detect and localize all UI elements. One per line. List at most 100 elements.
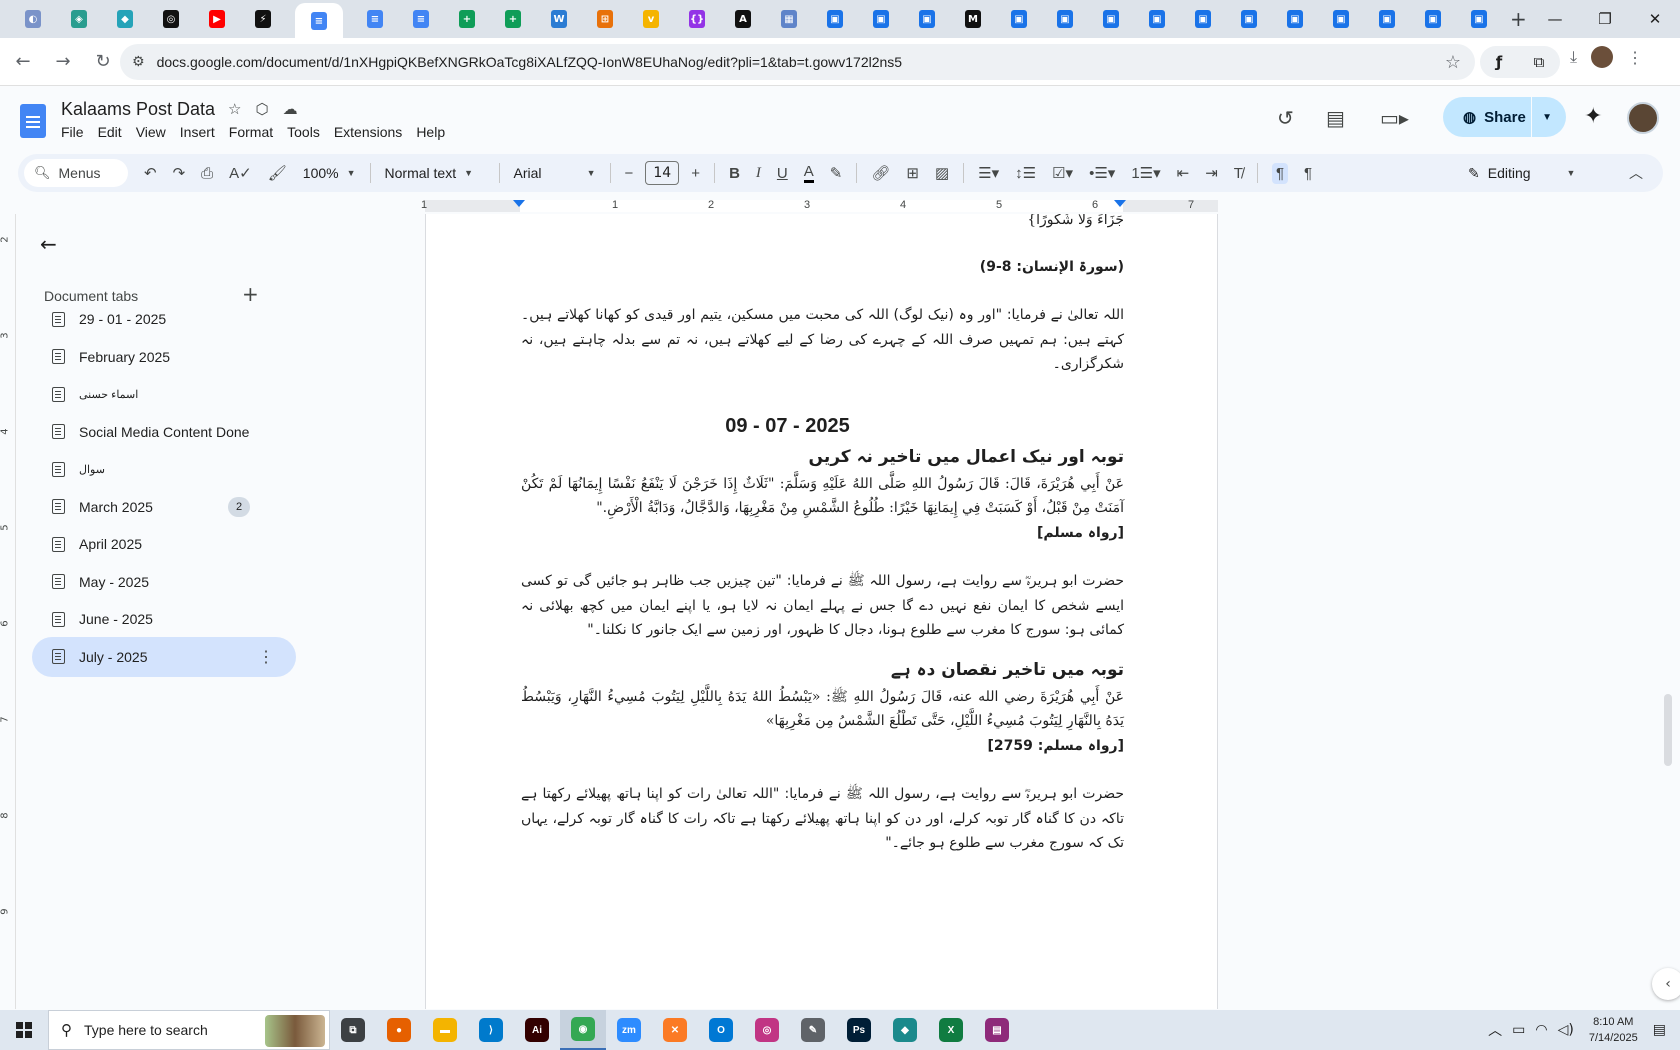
document-title[interactable]: Kalaams Post Data — [61, 99, 215, 120]
browser-tab[interactable]: ▣ — [1051, 5, 1079, 33]
browser-tab[interactable]: ▣ — [1281, 5, 1309, 33]
browser-tab[interactable]: ▣ — [1189, 5, 1217, 33]
close-icon[interactable]: ✕ — [1630, 10, 1680, 28]
taskbar-app[interactable]: ✕ — [652, 1010, 698, 1050]
taskbar-app[interactable]: Ai — [514, 1010, 560, 1050]
menu-edit[interactable]: Edit — [91, 124, 129, 140]
document-tab-item[interactable]: February 2025 — [32, 337, 296, 377]
bookmark-star-icon[interactable]: ☆ — [1445, 52, 1461, 73]
font-size-input[interactable]: 14 — [645, 161, 680, 185]
browser-tab[interactable]: ≡ — [361, 5, 389, 33]
browser-tab[interactable]: ◈ — [65, 5, 93, 33]
restore-icon[interactable]: ❐ — [1580, 10, 1630, 28]
taskbar-app[interactable]: X — [928, 1010, 974, 1050]
document-body[interactable]: جَزَاءً وَلَا شُكُورًا} (سورۃ الإنسان: 8… — [521, 214, 1124, 856]
puzzle-icon[interactable]: ⧉ — [1534, 53, 1545, 71]
new-tab-icon[interactable]: + — [1510, 7, 1527, 31]
vertical-ruler[interactable]: 2 3 4 5 6 7 8 9 — [0, 214, 16, 1009]
paint-format-icon[interactable]: 🖌︎ — [268, 164, 287, 182]
site-info-icon[interactable]: ⚙ — [132, 54, 145, 70]
share-dropdown-icon[interactable]: ▼ — [1542, 112, 1552, 123]
wifi-icon[interactable]: ◠ — [1535, 1022, 1547, 1038]
browser-tab[interactable]: ▣ — [913, 5, 941, 33]
browser-tab[interactable]: ▣ — [1327, 5, 1355, 33]
right-indent-marker[interactable] — [1114, 200, 1126, 207]
browser-tab[interactable]: v — [637, 5, 665, 33]
browser-tab[interactable]: ▶ — [203, 5, 231, 33]
taskbar-app[interactable]: Ps — [836, 1010, 882, 1050]
redo-icon[interactable]: ↷ — [173, 164, 186, 182]
insert-image-icon[interactable]: ▨ — [935, 164, 949, 182]
gemini-icon[interactable]: ✦ — [1584, 104, 1602, 129]
rtl-icon[interactable]: ¶ — [1304, 165, 1312, 182]
minimize-icon[interactable]: — — [1530, 10, 1580, 28]
extension-f-icon[interactable]: ƒ — [1496, 53, 1503, 71]
text-color-icon[interactable]: A — [803, 163, 814, 183]
document-page[interactable]: جَزَاءً وَلَا شُكُورًا} (سورۃ الإنسان: 8… — [425, 214, 1218, 1009]
document-tab-item[interactable]: Social Media Content Done — [32, 412, 296, 452]
start-button[interactable] — [0, 1010, 48, 1050]
numbered-list-icon[interactable]: 1☰▾ — [1131, 164, 1160, 182]
browser-tab[interactable]: A — [729, 5, 757, 33]
browser-tab[interactable]: ▣ — [1097, 5, 1125, 33]
browser-tab[interactable]: ▣ — [1465, 5, 1493, 33]
menu-insert[interactable]: Insert — [173, 124, 222, 140]
taskbar-app[interactable]: zm — [606, 1010, 652, 1050]
taskbar-app[interactable]: ✎ — [790, 1010, 836, 1050]
back-arrow-icon[interactable]: ← — [40, 232, 57, 256]
taskbar-app[interactable]: ▤ — [974, 1010, 1020, 1050]
reload-icon[interactable]: ↻ — [86, 51, 120, 72]
menu-file[interactable]: File — [54, 124, 91, 140]
cloud-status-icon[interactable]: ☁ — [283, 100, 298, 118]
clock[interactable]: 8:10 AM 7/14/2025 — [1589, 1014, 1638, 1046]
comments-icon[interactable]: ▤ — [1326, 106, 1345, 130]
left-indent-marker[interactable] — [513, 200, 525, 207]
vertical-scrollbar[interactable] — [1664, 694, 1672, 766]
line-spacing-icon[interactable]: ↕☰ — [1015, 164, 1036, 182]
collapse-toolbar-icon[interactable]: ︿ — [1629, 163, 1643, 183]
spellcheck-icon[interactable]: A✓ — [229, 164, 252, 182]
menu-view[interactable]: View — [129, 124, 173, 140]
browser-tab[interactable]: ▣ — [1005, 5, 1033, 33]
decrease-font-size-icon[interactable]: − — [625, 165, 634, 182]
docs-logo-icon[interactable] — [20, 104, 46, 138]
ltr-icon[interactable]: ¶ — [1271, 162, 1289, 184]
notifications-icon[interactable]: ▤ — [1653, 1022, 1666, 1038]
zoom-dropdown[interactable]: 100% ▼ — [303, 165, 356, 181]
chrome-menu-icon[interactable]: ⋮ — [1627, 48, 1643, 67]
align-icon[interactable]: ☰▾ — [978, 164, 999, 182]
taskbar-app[interactable]: ◎ — [744, 1010, 790, 1050]
menus-search[interactable]: 🔍︎ Menus — [24, 159, 128, 187]
print-icon[interactable]: ⎙ — [201, 165, 213, 182]
checklist-icon[interactable]: ☑▾ — [1052, 164, 1073, 182]
browser-tab[interactable]: M — [959, 5, 987, 33]
browser-tab[interactable]: ▣ — [1373, 5, 1401, 33]
back-icon[interactable]: ← — [6, 51, 40, 72]
document-tab-item[interactable]: March 2025 2 — [32, 487, 296, 527]
bulleted-list-icon[interactable]: •☰▾ — [1089, 164, 1115, 182]
download-icon[interactable]: ⤓ — [1570, 47, 1577, 67]
taskbar-app[interactable]: ◆ — [882, 1010, 928, 1050]
browser-tab[interactable]: ≡ — [407, 5, 435, 33]
user-avatar[interactable] — [1627, 102, 1659, 134]
taskbar-app[interactable]: ▬ — [422, 1010, 468, 1050]
browser-tab[interactable]: W — [545, 5, 573, 33]
tab-options-icon[interactable]: ⋮ — [258, 647, 274, 667]
meet-icon[interactable]: ▭▸ — [1380, 106, 1409, 130]
taskbar-app[interactable]: O — [698, 1010, 744, 1050]
browser-tab[interactable]: ⚡ — [249, 5, 277, 33]
style-dropdown[interactable]: Normal text ▼ — [385, 165, 485, 181]
taskbar-app[interactable]: ◉ — [560, 1010, 606, 1050]
document-tab-item[interactable]: June - 2025 — [32, 599, 296, 639]
taskbar-search[interactable]: ⚲ Type here to search — [48, 1010, 330, 1050]
move-icon[interactable]: ⬡ — [255, 100, 268, 118]
browser-tab[interactable]: ▣ — [867, 5, 895, 33]
decrease-indent-icon[interactable]: ⇤ — [1177, 164, 1190, 182]
volume-icon[interactable]: ◁) — [1558, 1022, 1574, 1038]
editing-mode-dropdown[interactable]: ✎ Editing ▼ — [1468, 165, 1575, 182]
add-comment-icon[interactable]: ⊞ — [906, 164, 919, 182]
document-tab-item[interactable]: July - 2025 ⋮ — [32, 636, 296, 677]
share-button[interactable]: ◍ Share ▼ — [1443, 97, 1566, 137]
document-tab-item[interactable]: اسماء حسنی — [32, 374, 296, 414]
browser-tab[interactable]: ◆ — [111, 5, 139, 33]
